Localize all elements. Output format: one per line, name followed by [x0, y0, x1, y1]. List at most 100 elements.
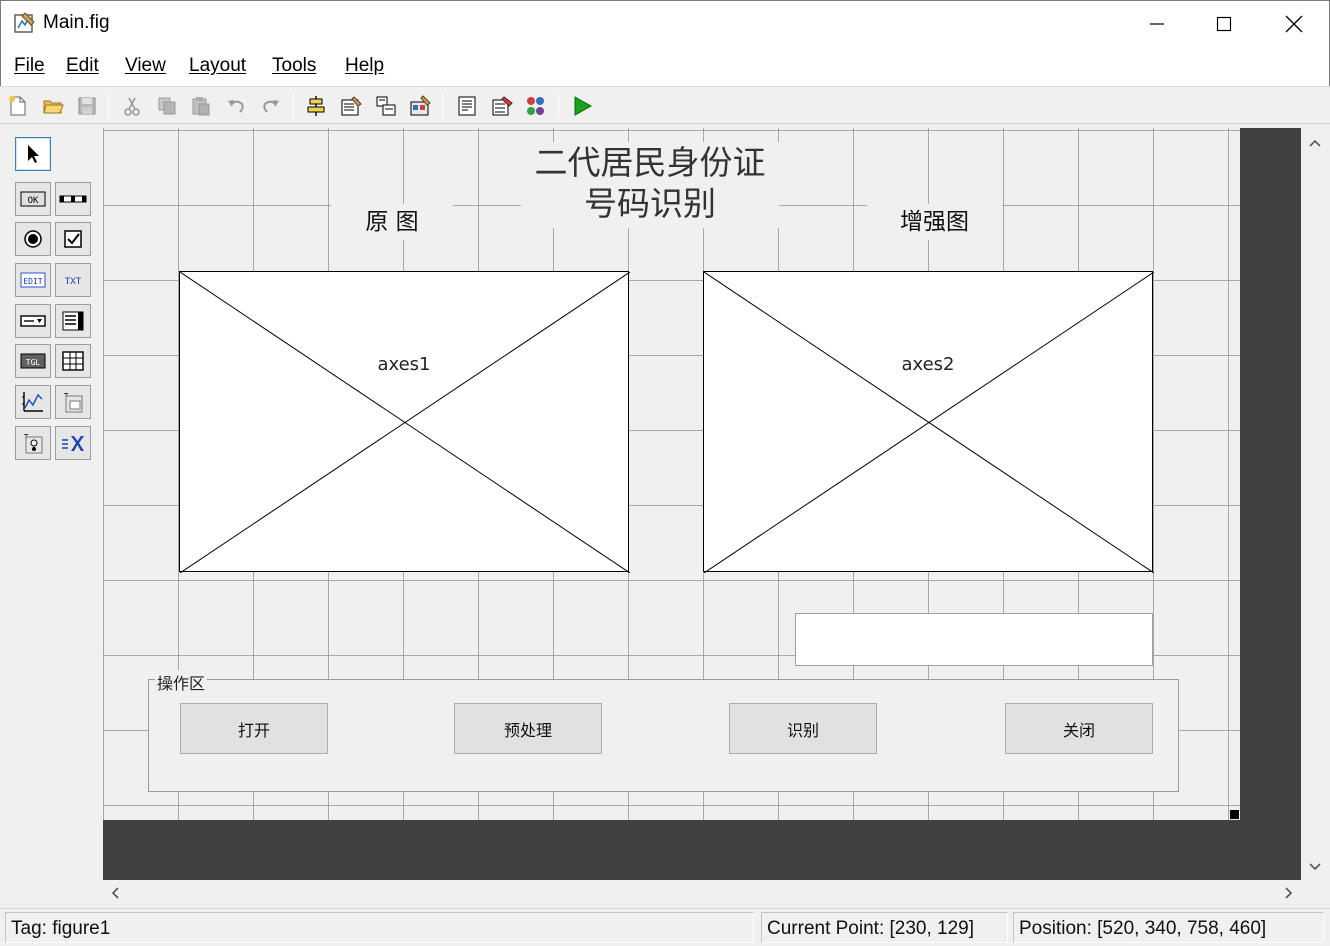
- status-position: Position: [520, 340, 758, 460]: [1013, 912, 1324, 943]
- property-inspector-button[interactable]: [489, 93, 515, 119]
- palette-edit-text[interactable]: EDIT: [15, 263, 51, 297]
- palette-popup-menu[interactable]: [15, 304, 51, 338]
- enhanced-image-label[interactable]: 增强图: [867, 204, 1002, 240]
- undo-icon: [228, 100, 244, 113]
- axes1-placeholder-cross: [180, 272, 630, 573]
- toolbar-editor-icon: [410, 95, 431, 116]
- palette-static-text[interactable]: TXT: [55, 263, 91, 297]
- copy-icon: [158, 97, 176, 115]
- button-group-icon: T: [23, 433, 43, 454]
- slider-icon: [59, 195, 87, 203]
- close-figure-button[interactable]: 关闭: [1005, 703, 1153, 754]
- menu-help-label: Help: [345, 55, 385, 76]
- menu-help[interactable]: Help: [345, 55, 384, 77]
- popup-menu-icon: [20, 315, 46, 327]
- recognize-button[interactable]: 识别: [729, 703, 877, 754]
- menu-tools[interactable]: Tools: [272, 55, 316, 77]
- editor-icon: [458, 96, 476, 116]
- cut-button[interactable]: [119, 93, 145, 119]
- horizontal-scrollbar[interactable]: [103, 880, 1301, 906]
- menu-layout-label: Layout: [189, 55, 247, 76]
- toolbar-editor-button[interactable]: [407, 93, 433, 119]
- axes-icon: [22, 392, 43, 412]
- layout-editor[interactable]: 二代居民身份证 号码识别 原 图 增强图 axes1 axes2 操作区 打开 …: [103, 128, 1301, 880]
- axes2-placeholder-cross: [704, 272, 1154, 573]
- palette-slider[interactable]: [55, 182, 91, 216]
- save-button[interactable]: [74, 93, 100, 119]
- menu-view[interactable]: View: [125, 55, 166, 77]
- property-inspector-icon: [492, 96, 513, 116]
- palette-toggle-button[interactable]: TGL: [15, 344, 51, 378]
- open-button[interactable]: 打开: [180, 703, 328, 754]
- open-button[interactable]: [40, 93, 66, 119]
- minimize-button[interactable]: [1122, 1, 1192, 47]
- editor-button[interactable]: [454, 93, 480, 119]
- menu-layout[interactable]: Layout: [189, 55, 246, 77]
- palette-button-group[interactable]: T: [15, 426, 51, 460]
- paste-icon: [192, 97, 210, 116]
- tab-order-button[interactable]: [373, 93, 399, 119]
- status-bar: Tag: figure1 Current Point: [230, 129] P…: [0, 908, 1330, 946]
- menu-edit[interactable]: Edit: [66, 55, 99, 77]
- toolbar: [0, 86, 1330, 124]
- copy-button[interactable]: [154, 93, 180, 119]
- toolbar-separator: [293, 93, 294, 119]
- toolbar-separator: [108, 93, 109, 119]
- scroll-down-button[interactable]: [1306, 858, 1324, 876]
- operation-panel-title: 操作区: [155, 670, 208, 694]
- palette-radio-button[interactable]: [15, 222, 51, 256]
- object-browser-button[interactable]: [523, 93, 549, 119]
- preprocess-button[interactable]: 预处理: [454, 703, 602, 754]
- static-text-icon: TXT: [65, 277, 82, 287]
- run-icon: [574, 96, 593, 116]
- palette-table[interactable]: [55, 344, 91, 378]
- menu-bar: File Edit View Layout Tools Help: [0, 47, 1330, 86]
- run-figure-button[interactable]: [569, 93, 595, 119]
- palette-activex-control[interactable]: [55, 426, 91, 460]
- new-button[interactable]: [5, 93, 31, 119]
- original-image-label[interactable]: 原 图: [331, 204, 453, 240]
- palette-check-box[interactable]: [55, 222, 91, 256]
- palette-push-button[interactable]: OK: [15, 182, 51, 216]
- maximize-icon: [1216, 16, 1232, 32]
- push-button-icon: OK: [20, 191, 46, 207]
- menu-editor-button[interactable]: [338, 93, 364, 119]
- activex-icon: [62, 436, 84, 451]
- menu-file[interactable]: File: [14, 55, 45, 77]
- align-icon: [307, 96, 325, 116]
- palette-panel[interactable]: T: [55, 385, 91, 419]
- toggle-button-icon: TGL: [20, 353, 46, 369]
- redo-button[interactable]: [258, 93, 284, 119]
- matlab-fig-icon: [14, 12, 35, 33]
- status-tag: Tag: figure1: [5, 912, 754, 943]
- component-palette: OK EDIT TXT TGL T T: [0, 125, 103, 905]
- scroll-left-button[interactable]: [106, 884, 124, 902]
- menu-tools-label: Tools: [272, 55, 317, 76]
- axes2-tag: axes2: [901, 354, 955, 375]
- figure-title[interactable]: 二代居民身份证 号码识别: [521, 142, 779, 228]
- palette-axes[interactable]: [15, 385, 51, 419]
- palette-list-box[interactable]: [55, 304, 91, 338]
- undo-button[interactable]: [223, 93, 249, 119]
- result-edit-field[interactable]: [795, 613, 1153, 666]
- title-bar: Main.fig: [0, 0, 1330, 47]
- figure-canvas[interactable]: 二代居民身份证 号码识别 原 图 增强图 axes1 axes2 操作区 打开 …: [103, 128, 1240, 820]
- list-box-icon: [62, 311, 84, 331]
- scroll-right-button[interactable]: [1280, 884, 1298, 902]
- align-objects-button[interactable]: [303, 93, 329, 119]
- figure-resize-handle[interactable]: [1230, 810, 1239, 819]
- paste-button[interactable]: [188, 93, 214, 119]
- maximize-button[interactable]: [1189, 1, 1259, 47]
- check-box-icon: [64, 230, 82, 248]
- panel-icon: T: [63, 392, 83, 413]
- axes1-box[interactable]: axes1: [179, 271, 630, 573]
- palette-select[interactable]: [15, 137, 51, 171]
- axes2-box[interactable]: axes2: [703, 271, 1154, 573]
- vertical-scrollbar[interactable]: [1301, 128, 1329, 880]
- chevron-left-icon: [111, 887, 119, 899]
- close-button[interactable]: [1259, 1, 1329, 47]
- menu-view-label: View: [125, 55, 166, 76]
- scroll-up-button[interactable]: [1306, 134, 1324, 152]
- save-icon: [78, 97, 96, 115]
- menu-file-label: File: [14, 55, 45, 76]
